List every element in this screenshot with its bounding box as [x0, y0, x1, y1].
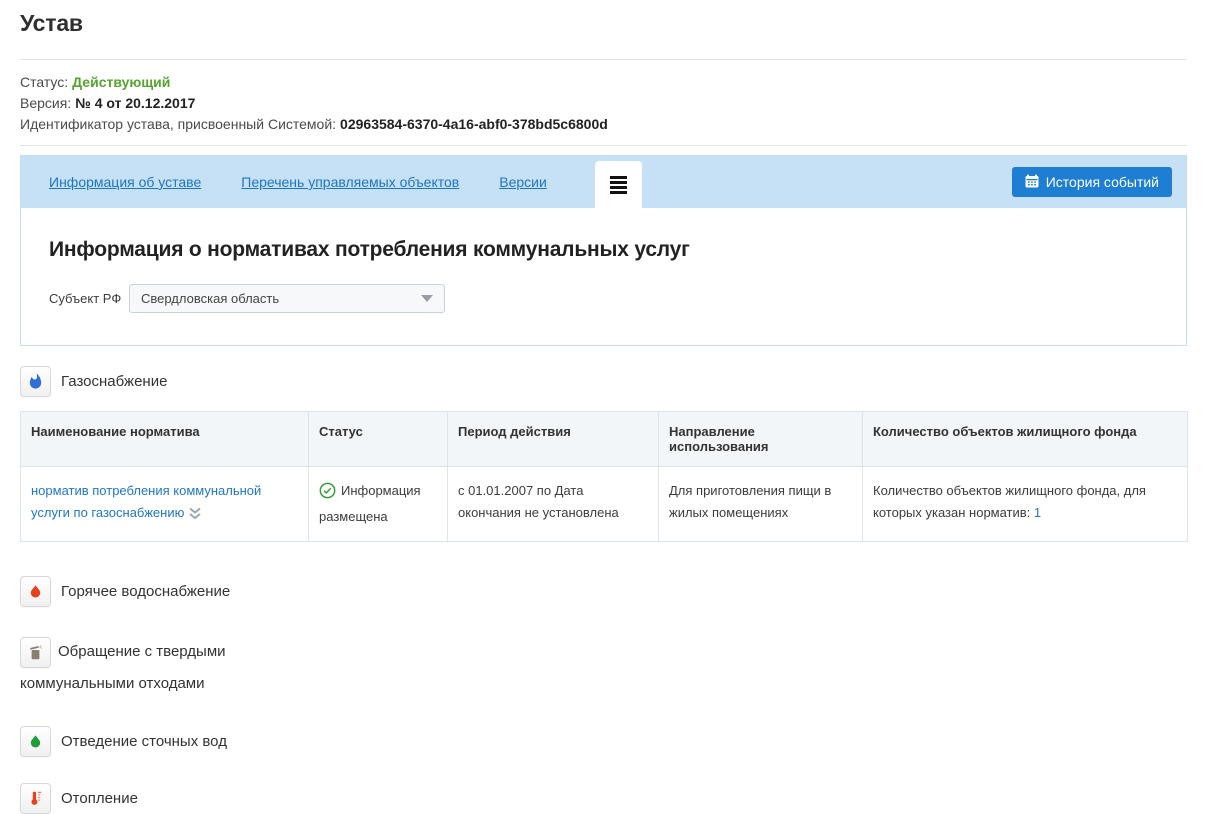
gas-flame-icon — [20, 366, 51, 397]
charter-status-row: Статус:Действующий — [20, 72, 1187, 93]
version-value: № 4 от 20.12.2017 — [75, 95, 195, 111]
housing-objects-text: Количество объектов жилищного фонда, для… — [873, 483, 1146, 520]
service-sewage-section: Отведение сточных вод — [20, 726, 1207, 757]
history-events-label: История событий — [1046, 174, 1159, 190]
region-select-value: Свердловская область — [141, 291, 279, 306]
service-heating-section: Отопление — [20, 783, 1207, 814]
page-title: Устав — [20, 0, 1187, 37]
table-row: норматив потребления коммунальной услуги… — [21, 467, 1188, 542]
header-period: Период действия — [448, 412, 659, 467]
thermometer-icon — [20, 783, 51, 814]
header-usage-direction: Направление использования — [659, 412, 863, 467]
region-selector-row: Субъект РФ Свердловская область — [49, 284, 1158, 313]
hamburger-icon — [610, 176, 627, 194]
charter-panel: Информация об уставе Перечень управляемы… — [20, 155, 1187, 346]
cell-period: с 01.01.2007 по Дата окончания не устано… — [448, 467, 659, 542]
housing-objects-count-link[interactable]: 1 — [1034, 505, 1041, 520]
chevron-down-icon — [421, 295, 433, 302]
hot-water-drop-icon — [20, 576, 51, 607]
service-solid-waste-section: Обращение с твердыми коммунальными отход… — [20, 636, 270, 699]
gas-standards-table: Наименование норматива Статус Период дей… — [20, 411, 1188, 542]
divider — [20, 145, 1187, 146]
expand-double-chevron-icon[interactable] — [188, 505, 202, 527]
service-hot-water-section: Горячее водоснабжение — [20, 576, 1207, 607]
cell-status: Информация размещена — [309, 467, 448, 542]
table-header-row: Наименование норматива Статус Период дей… — [21, 412, 1188, 467]
sewage-drop-icon — [20, 726, 51, 757]
header-status: Статус — [309, 412, 448, 467]
status-label: Статус: — [20, 74, 68, 90]
cell-standard-name: норматив потребления коммунальной услуги… — [21, 467, 309, 542]
charter-version-row: Версия:№ 4 от 20.12.2017 — [20, 93, 1187, 114]
tab-bar: Информация об уставе Перечень управляемы… — [21, 156, 1186, 208]
standards-section-title: Информация о нормативах потребления комм… — [49, 238, 1158, 262]
version-label: Версия: — [20, 95, 71, 111]
check-circle-icon — [319, 482, 336, 506]
calendar-icon — [1025, 174, 1039, 191]
service-heating-label: Отопление — [61, 790, 138, 807]
header-housing-objects: Количество объектов жилищного фонда — [863, 412, 1188, 467]
status-value: Действующий — [72, 74, 170, 90]
identifier-value: 02963584-6370-4a16-abf0-378bd5c6800d — [340, 116, 608, 132]
tab-versions[interactable]: Версии — [499, 174, 547, 190]
trash-bin-icon — [20, 637, 51, 668]
standard-name-link[interactable]: норматив потребления коммунальной услуги… — [31, 483, 261, 520]
cell-housing-objects: Количество объектов жилищного фонда, для… — [863, 467, 1188, 542]
service-hot-water-label: Горячее водоснабжение — [61, 583, 230, 600]
tab-managed-objects[interactable]: Перечень управляемых объектов — [241, 174, 459, 190]
tab-charter-info[interactable]: Информация об уставе — [49, 174, 201, 190]
region-select[interactable]: Свердловская область — [129, 284, 445, 313]
charter-meta: Статус:Действующий Версия:№ 4 от 20.12.2… — [20, 60, 1187, 145]
service-gas-label: Газоснабжение — [61, 373, 167, 390]
tab-consumption-standards-active[interactable] — [595, 161, 642, 208]
history-events-button[interactable]: История событий — [1012, 167, 1172, 197]
service-gas-section: Газоснабжение — [20, 366, 1187, 397]
standards-panel-content: Информация о нормативах потребления комм… — [21, 208, 1186, 345]
cell-usage-direction: Для приготовления пищи в жилых помещения… — [659, 467, 863, 542]
identifier-label: Идентификатор устава, присвоенный Систем… — [20, 116, 336, 132]
region-label: Субъект РФ — [49, 291, 129, 306]
service-sewage-label: Отведение сточных вод — [61, 733, 227, 750]
charter-id-row: Идентификатор устава, присвоенный Систем… — [20, 114, 1187, 135]
header-standard-name: Наименование норматива — [21, 412, 309, 467]
